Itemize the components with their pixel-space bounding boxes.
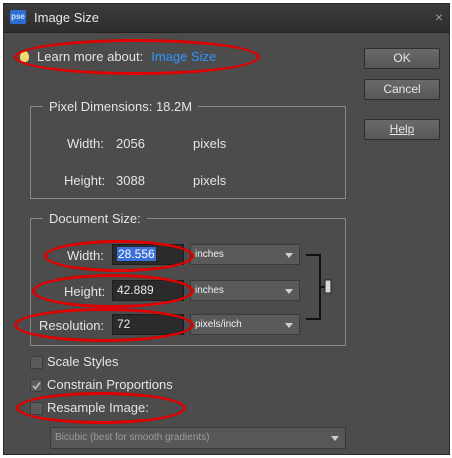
pixel-dimensions-label: Pixel Dimensions: <box>49 99 153 114</box>
constrain-proportions-label: Constrain Proportions <box>47 377 173 392</box>
chevron-down-icon <box>331 436 339 441</box>
pixel-height-label: Height: <box>64 173 106 188</box>
pixel-height-value: 3088 <box>116 173 145 188</box>
doc-width-unit-select[interactable]: inches <box>190 244 300 265</box>
resolution-label: Resolution: <box>39 318 105 333</box>
learn-more-label: Learn more about: <box>37 48 144 64</box>
title-bar: pse Image Size × <box>4 4 449 33</box>
constrain-proportions-checkbox[interactable] <box>30 379 43 392</box>
cancel-button[interactable]: Cancel <box>364 79 440 100</box>
resample-image-checkbox[interactable] <box>30 402 43 415</box>
resample-method-select[interactable]: Bicubic (best for smooth gradients) <box>50 427 346 449</box>
pixel-dimensions-value: 18.2M <box>155 99 193 114</box>
help-button[interactable]: Help <box>364 119 440 140</box>
learn-more-link[interactable]: Image Size <box>151 49 216 64</box>
close-icon[interactable]: × <box>435 9 443 25</box>
image-size-dialog: pse Image Size × Learn more about: Image… <box>3 3 450 455</box>
help-button-label: Help <box>389 122 415 136</box>
app-icon: pse <box>10 10 26 24</box>
doc-width-input[interactable]: 28.556 <box>112 244 184 265</box>
pixel-width-unit: pixels <box>193 136 227 151</box>
dialog-title: Image Size <box>34 10 100 25</box>
doc-height-unit: inches <box>195 285 224 296</box>
doc-width-label: Width: <box>67 248 104 263</box>
doc-width-unit: inches <box>195 249 224 260</box>
resolution-unit-select[interactable]: pixels/inch <box>190 314 300 335</box>
pixel-height-unit: pixels <box>193 173 227 188</box>
chevron-down-icon <box>285 253 293 258</box>
ok-button[interactable]: OK <box>364 48 440 69</box>
constrain-link-icon <box>306 254 332 320</box>
doc-height-label: Height: <box>64 284 106 299</box>
resample-image-label: Resample Image: <box>47 400 149 415</box>
resolution-input[interactable]: 72 <box>112 314 184 335</box>
pixel-width-value: 2056 <box>116 136 145 151</box>
doc-height-input[interactable]: 42.889 <box>112 280 184 301</box>
document-size-label: Document Size: <box>43 211 147 226</box>
checkmark-icon <box>32 382 41 390</box>
pixel-width-label: Width: <box>67 136 104 151</box>
resample-method-value: Bicubic (best for smooth gradients) <box>55 432 210 443</box>
chevron-down-icon <box>285 289 293 294</box>
learn-more-row: Learn more about: Image Size <box>20 46 216 66</box>
doc-width-value: 28.556 <box>117 247 156 261</box>
doc-height-unit-select[interactable]: inches <box>190 280 300 301</box>
pixel-dimensions-header: Pixel Dimensions: 18.2M <box>43 99 199 114</box>
lightbulb-icon <box>20 50 29 62</box>
scale-styles-label: Scale Styles <box>47 354 119 369</box>
resolution-unit: pixels/inch <box>195 319 242 330</box>
chevron-down-icon <box>285 323 293 328</box>
scale-styles-checkbox[interactable] <box>30 356 43 369</box>
